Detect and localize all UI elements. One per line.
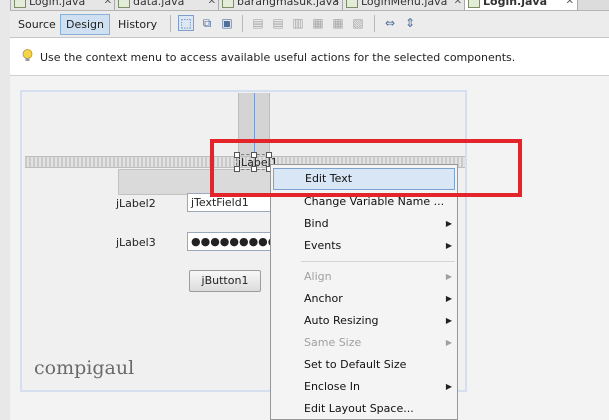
watermark-text: compigaul [34, 357, 135, 379]
file-tab-barangmasuk[interactable]: barangmasuk.java ✕ [218, 0, 344, 10]
jlabel2[interactable]: jLabel2 [116, 197, 156, 210]
menu-item-edit-layout-space[interactable]: Edit Layout Space... [271, 398, 457, 420]
menu-item-label: Same Size [304, 336, 362, 349]
close-icon[interactable]: ✕ [566, 0, 574, 8]
tab-source[interactable]: Source [12, 14, 62, 35]
submenu-arrow-icon: ▶ [445, 272, 452, 281]
java-file-icon [222, 0, 234, 8]
file-tab-data[interactable]: data.java ✕ [114, 0, 220, 10]
submenu-arrow-icon: ▶ [445, 294, 452, 303]
selection-mode-icon[interactable]: ⬚ [178, 15, 194, 31]
java-file-icon [14, 0, 26, 8]
vertical-resize-icon[interactable]: ⇕ [402, 15, 418, 31]
center-vertically-icon[interactable]: ▧ [350, 15, 366, 31]
preview-design-icon[interactable]: ▣ [219, 15, 235, 31]
submenu-arrow-icon: ▶ [445, 338, 452, 347]
close-icon[interactable]: ✕ [332, 0, 340, 8]
menu-item-bind[interactable]: Bind ▶ [271, 213, 457, 235]
menu-item-label: Edit Layout Space... [304, 402, 414, 415]
menu-item-anchor[interactable]: Anchor ▶ [271, 288, 457, 310]
file-tab-label: Login.java [29, 0, 86, 8]
menu-item-auto-resizing[interactable]: Auto Resizing ▶ [271, 310, 457, 332]
submenu-arrow-icon: ▶ [445, 241, 452, 250]
menu-item-label: Bind [304, 217, 329, 230]
horizontal-resize-icon[interactable]: ⇔ [382, 15, 398, 31]
tab-design[interactable]: Design [60, 14, 110, 35]
file-tab-login-active[interactable]: Login.java ✕ [464, 0, 578, 10]
submenu-arrow-icon: ▶ [445, 219, 452, 228]
jpasswordfield1[interactable]: ●●●●●●●●●●● [187, 232, 272, 251]
menu-item-label: Events [304, 239, 342, 252]
menu-item-align[interactable]: Align ▶ [271, 266, 457, 288]
toolbar-separator [374, 15, 375, 32]
menu-item-label: Auto Resizing [304, 314, 379, 327]
jbutton1[interactable]: jButton1 [189, 270, 261, 292]
file-tab-label: data.java [133, 0, 185, 8]
hint-text: Use the context menu to access available… [40, 51, 516, 64]
close-icon[interactable]: ✕ [454, 0, 462, 8]
menu-item-set-default-size[interactable]: Set to Default Size [271, 354, 457, 376]
java-file-icon [468, 0, 480, 8]
java-file-icon [346, 0, 358, 8]
context-menu: Edit Text Change Variable Name ... Bind ▶… [270, 164, 458, 420]
tab-history[interactable]: History [112, 14, 163, 35]
menu-item-label: Enclose In [304, 380, 360, 393]
menu-item-events[interactable]: Events ▶ [271, 235, 457, 257]
lightbulb-icon [22, 49, 33, 61]
java-file-icon [118, 0, 130, 8]
menu-separator [301, 261, 455, 262]
menu-item-label: Align [304, 270, 332, 283]
file-tab-loginmenu[interactable]: LoginMenu.java ✕ [342, 0, 466, 10]
designer-toolbar: Source Design History ⬚ ⧉ ▣ ▤ ▤ ▥ ▦ ▦ ▧ … [10, 11, 609, 38]
menu-item-label: Set to Default Size [304, 358, 407, 371]
submenu-arrow-icon: ▶ [445, 316, 452, 325]
connection-mode-icon[interactable]: ⧉ [199, 15, 215, 31]
align-left-icon[interactable]: ▤ [250, 15, 266, 31]
toolbar-separator [170, 15, 171, 32]
menu-item-same-size[interactable]: Same Size ▶ [271, 332, 457, 354]
file-tab-login[interactable]: Login.java ✕ [10, 0, 116, 10]
submenu-arrow-icon: ▶ [445, 382, 452, 391]
file-tab-label: Login.java [483, 0, 548, 8]
file-tab-label: LoginMenu.java [361, 0, 448, 8]
jlabel3[interactable]: jLabel3 [116, 236, 156, 249]
toolbar-separator [242, 15, 243, 32]
center-horizontally-icon[interactable]: ▥ [290, 15, 306, 31]
close-icon[interactable]: ✕ [104, 0, 112, 8]
highlight-annotation-box [210, 139, 522, 197]
align-top-icon[interactable]: ▦ [310, 15, 326, 31]
file-tab-label: barangmasuk.java [237, 0, 340, 8]
file-tab-bar: Login.java ✕ data.java ✕ barangmasuk.java ✕… [10, 0, 609, 11]
menu-item-label: Anchor [304, 292, 343, 305]
align-bottom-icon[interactable]: ▦ [330, 15, 346, 31]
align-right-icon[interactable]: ▤ [270, 15, 286, 31]
menu-item-enclose-in[interactable]: Enclose In ▶ [271, 376, 457, 398]
hint-bar: Use the context menu to access available… [10, 38, 609, 76]
close-icon[interactable]: ✕ [208, 0, 216, 8]
